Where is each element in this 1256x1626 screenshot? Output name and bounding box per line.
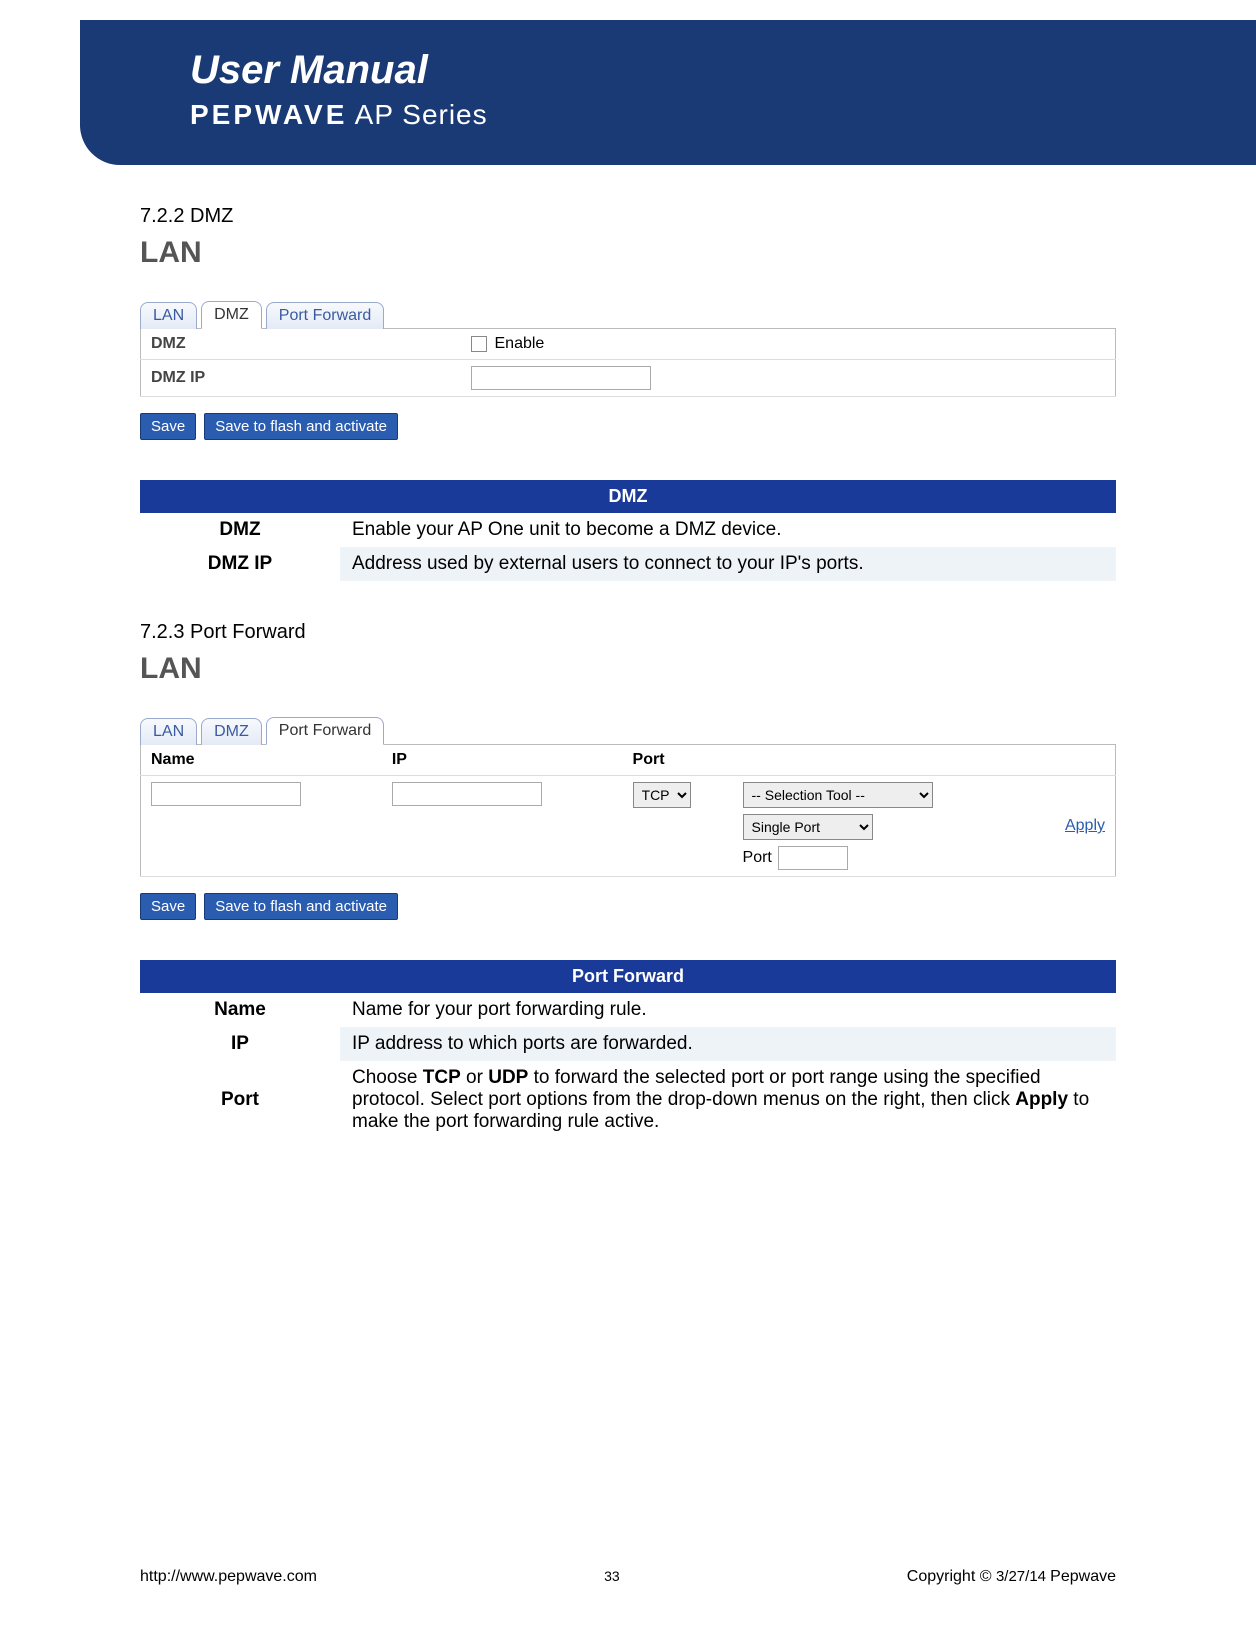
def-term-name: Name [140,993,340,1027]
def-desc-name: Name for your port forwarding rule. [340,993,1116,1027]
section-number-pf: 7.2.3 Port Forward [140,621,1116,644]
pf-port-label: Port [743,849,772,867]
dmz-config-table: DMZ Enable DMZ IP [140,328,1116,397]
table-row: Name Name for your port forwarding rule. [140,993,1116,1027]
pf-def-table: Name Name for your port forwarding rule.… [140,993,1116,1139]
tabs-dmz: LAN DMZ Port Forward [140,300,1116,328]
footer-url: http://www.pepwave.com [140,1568,317,1586]
pf-mode-select[interactable]: Single Port [743,814,873,840]
pf-name-input[interactable] [151,782,301,806]
save-flash-button[interactable]: Save to flash and activate [204,413,398,440]
footer-page-number: 33 [604,1568,620,1584]
tab-dmz-2[interactable]: DMZ [201,718,262,745]
brand-bold: PEPWAVE [190,99,347,130]
save-flash-button-2[interactable]: Save to flash and activate [204,893,398,920]
page-content: 7.2.2 DMZ LAN LAN DMZ Port Forward DMZ E… [0,165,1256,1139]
save-button[interactable]: Save [140,413,196,440]
pf-col-port: Port [623,745,1030,776]
dmz-ip-label: DMZ IP [141,360,461,397]
dmz-def-table: DMZ Enable your AP One unit to become a … [140,513,1116,581]
footer-copyright: Copyright © 3/27/14 Pepwave [907,1568,1116,1586]
doc-title: User Manual [190,48,1216,93]
pf-col-name: Name [141,745,382,776]
brand-light: AP Series [347,99,487,130]
tab-port-forward[interactable]: Port Forward [266,302,384,329]
def-desc-port: Choose TCP or UDP to forward the selecte… [340,1061,1116,1139]
tabs-pf: LAN DMZ Port Forward [140,716,1116,744]
def-desc-dmz: Enable your AP One unit to become a DMZ … [340,513,1116,547]
table-row: Port Choose TCP or UDP to forward the se… [140,1061,1116,1139]
lan-heading: LAN [140,236,1116,270]
pf-port-column: -- Selection Tool -- Single Port Port [743,782,1020,870]
dmz-label: DMZ [141,329,461,360]
lan-heading-2: LAN [140,652,1116,686]
pf-protocol-select[interactable]: TCP [633,782,691,808]
table-row: DMZ IP Address used by external users to… [140,547,1116,581]
pf-port-input[interactable] [778,846,848,870]
dmz-row-ip: DMZ IP [141,360,1116,397]
pf-col-ip: IP [382,745,623,776]
dmz-ip-input[interactable] [471,366,651,390]
def-term-ip: IP [140,1027,340,1061]
dmz-def-header: DMZ [140,480,1116,513]
table-row: DMZ Enable your AP One unit to become a … [140,513,1116,547]
save-button-2[interactable]: Save [140,893,196,920]
tab-lan[interactable]: LAN [140,302,197,329]
tab-port-forward-2[interactable]: Port Forward [266,717,384,745]
pf-button-row: Save Save to flash and activate [140,893,1116,920]
tab-dmz[interactable]: DMZ [201,301,262,329]
tab-lan-2[interactable]: LAN [140,718,197,745]
def-desc-dmzip: Address used by external users to connec… [340,547,1116,581]
dmz-button-row: Save Save to flash and activate [140,413,1116,440]
doc-subtitle: PEPWAVE AP Series [190,99,1216,131]
pf-header-row: Name IP Port [141,745,1116,776]
def-term-dmz: DMZ [140,513,340,547]
dmz-row-enable: DMZ Enable [141,329,1116,360]
def-desc-ip: IP address to which ports are forwarded. [340,1027,1116,1061]
def-term-dmzip: DMZ IP [140,547,340,581]
pf-input-row: TCP -- Selection Tool -- Single Port Por… [141,776,1116,877]
dmz-enable-label: Enable [495,335,545,353]
table-row: IP IP address to which ports are forward… [140,1027,1116,1061]
dmz-enable-checkbox[interactable] [471,336,487,352]
pf-config-table: Name IP Port TCP -- Selection Tool -- Si… [140,744,1116,877]
pf-port-row: Port [743,846,1020,870]
def-term-port: Port [140,1061,340,1139]
pf-ip-input[interactable] [392,782,542,806]
pf-def-header: Port Forward [140,960,1116,993]
dmz-enable-wrap: Enable [471,335,1106,353]
pf-tool-select[interactable]: -- Selection Tool -- [743,782,933,808]
doc-header: User Manual PEPWAVE AP Series [80,20,1256,165]
section-number-dmz: 7.2.2 DMZ [140,205,1116,228]
pf-apply-link[interactable]: Apply [1065,817,1105,834]
page-footer: http://www.pepwave.com 33 Copyright © 3/… [140,1568,1116,1586]
